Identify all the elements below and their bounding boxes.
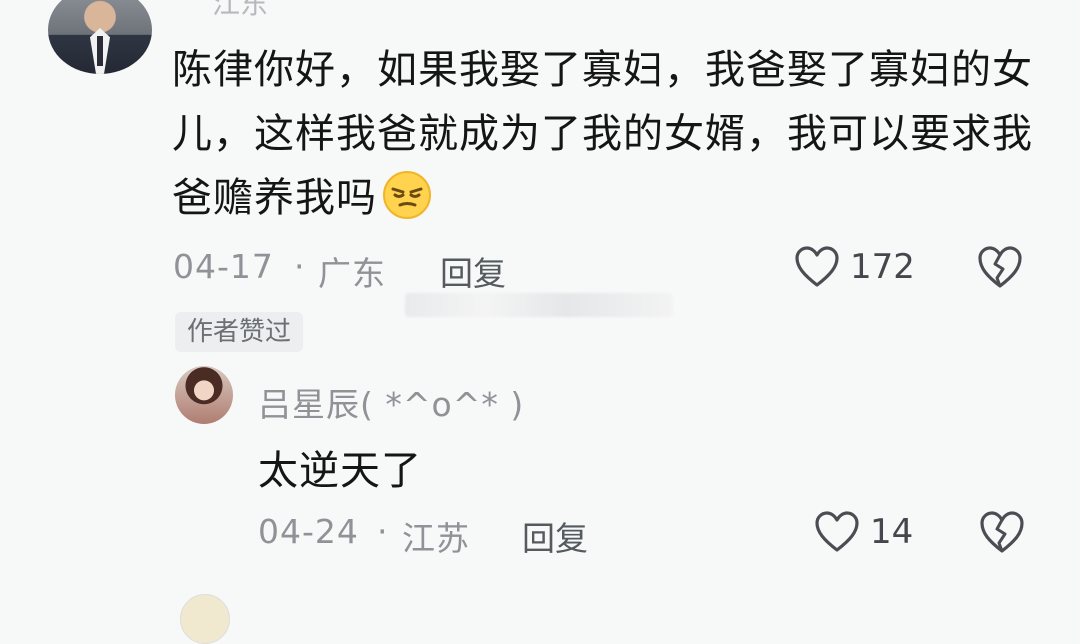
heart-outline-icon[interactable] [794,245,840,289]
reply-date: 04-24 [258,512,359,551]
comment-text: 陈律你好，如果我娶了寡妇，我爸娶了寡妇的女儿，这样我爸就成为了我的女婿，我可以要… [172,38,1042,230]
reply-region: 江苏 [402,519,470,558]
commenter-avatar[interactable] [48,0,152,74]
smirk-emoji-icon [383,171,431,219]
comment-date: 04-17 [173,247,274,286]
reply-text: 太逆天了 [258,448,422,494]
comment-body: 陈律你好，如果我娶了寡妇，我爸娶了寡妇的女儿，这样我爸就成为了我的女婿，我可以要… [172,47,1033,221]
broken-heart-icon[interactable] [976,244,1024,290]
reply-button[interactable]: 回复 [522,512,588,560]
commenter-username[interactable]: 江东 [212,0,268,22]
comment-region: 广东 [318,254,386,293]
author-liked-badge: 作者赞过 [175,312,304,352]
reply-button[interactable]: 回复 [440,247,506,295]
meta-separator: · [377,512,389,551]
like-count: 172 [850,247,915,287]
reply-username[interactable]: 吕星辰( *^o^* ) [258,378,524,426]
broken-heart-icon[interactable] [978,509,1026,555]
blurred-placeholder [405,293,673,317]
meta-separator: · [294,247,306,286]
avatar-tie [97,36,103,66]
reply-avatar[interactable] [175,366,233,424]
heart-outline-icon[interactable] [814,510,860,554]
like-count: 14 [870,512,914,552]
next-commenter-avatar[interactable] [180,594,230,644]
